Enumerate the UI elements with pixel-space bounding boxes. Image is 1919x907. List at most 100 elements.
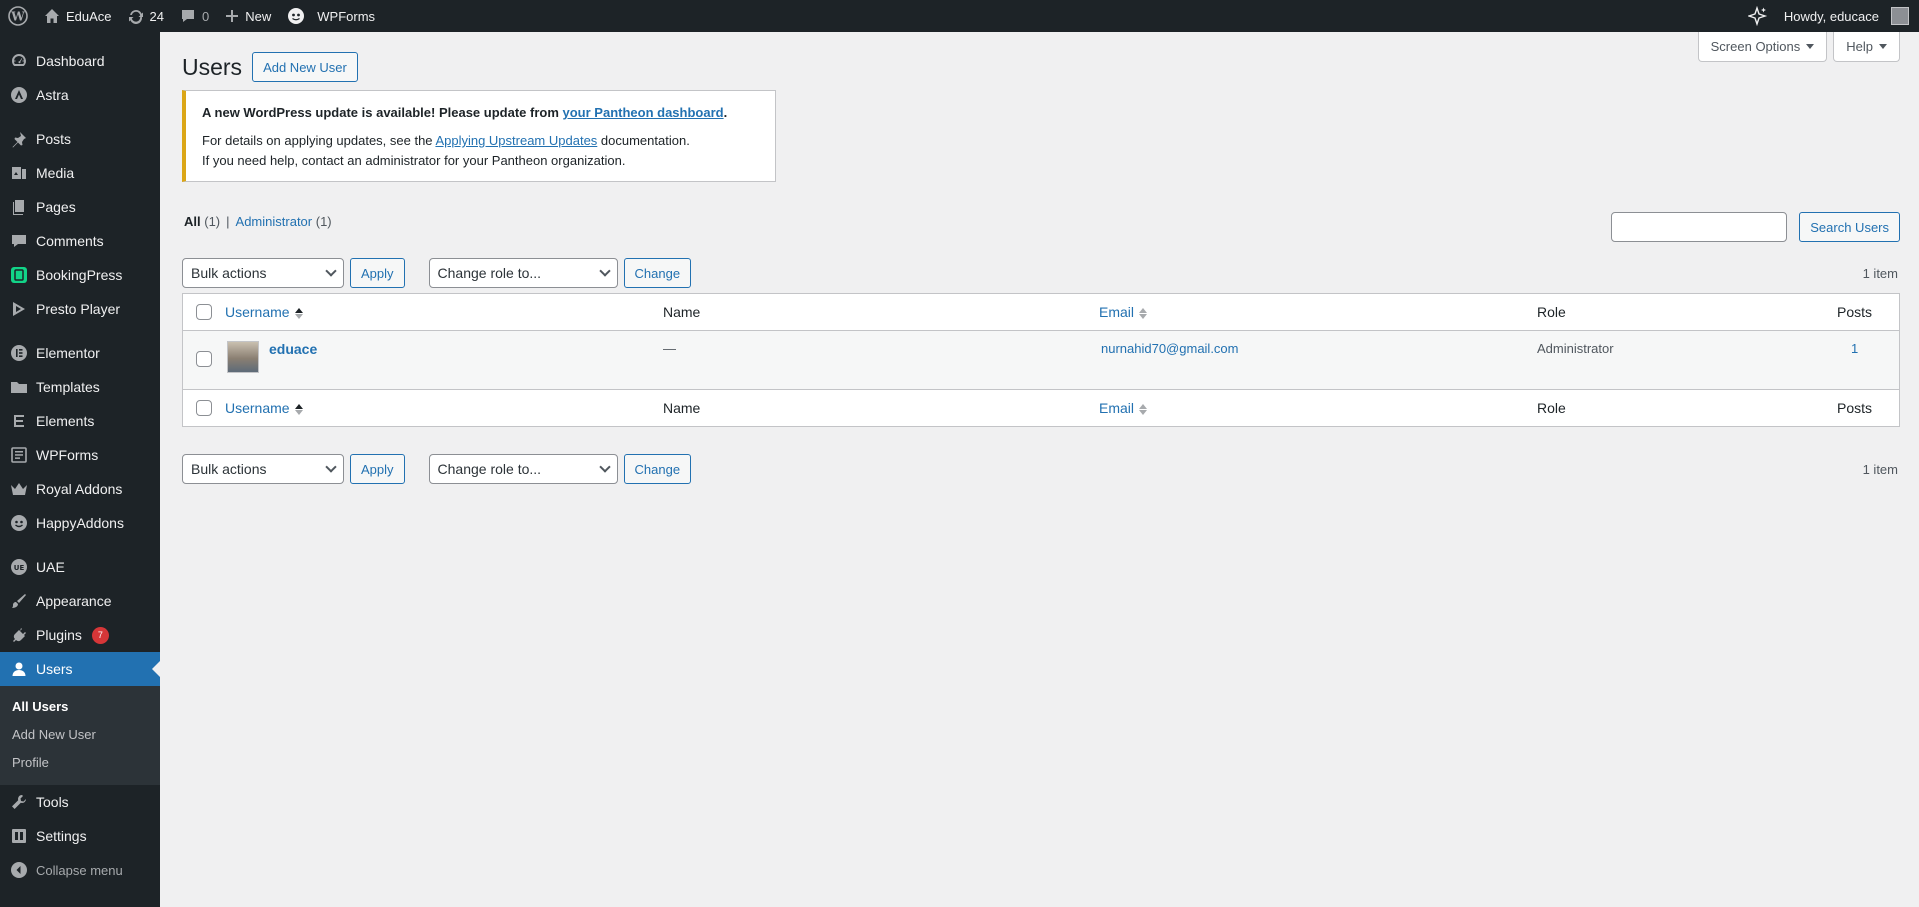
- ai-sparkle-icon[interactable]: [1740, 0, 1776, 32]
- sidebar-item-settings[interactable]: Settings: [0, 819, 160, 853]
- view-admin-count: (1): [315, 214, 332, 229]
- sidebar-item-astra[interactable]: Astra: [0, 78, 160, 112]
- sidebar-item-posts[interactable]: Posts: [0, 122, 160, 156]
- sidebar-item-wpforms[interactable]: WPForms: [0, 438, 160, 472]
- user-avatar: [1891, 7, 1909, 25]
- view-all-count: (1): [204, 214, 221, 229]
- notice-details: For details on applying updates, see the…: [202, 131, 763, 151]
- tablenav-bottom: Bulk actions Apply Change role to... Cha…: [182, 454, 1900, 484]
- comment-icon: [182, 10, 195, 22]
- comments-link[interactable]: 0: [172, 0, 217, 32]
- wordpress-logo-icon[interactable]: W: [0, 0, 36, 32]
- search-users-button[interactable]: Search Users: [1799, 212, 1900, 242]
- sidebar-item-bookingpress[interactable]: BookingPress: [0, 258, 160, 292]
- change-role-select-bottom[interactable]: Change role to...: [428, 454, 618, 484]
- sidebar-item-happyaddons[interactable]: HappyAddons: [0, 506, 160, 540]
- change-role-button[interactable]: Change: [623, 258, 692, 288]
- tablenav-top: Bulk actions Apply Change role to... Cha…: [182, 258, 1900, 288]
- sidebar-label: Elementor: [36, 345, 100, 361]
- sidebar-item-media[interactable]: Media: [0, 156, 160, 190]
- sidebar-item-templates[interactable]: Templates: [0, 370, 160, 404]
- sidebar-item-appearance[interactable]: Appearance: [0, 584, 160, 618]
- row-checkbox[interactable]: [196, 351, 212, 367]
- change-role-button-bottom[interactable]: Change: [623, 454, 692, 484]
- view-all-link[interactable]: All (1): [184, 214, 220, 229]
- pantheon-dashboard-link[interactable]: your Pantheon dashboard: [563, 105, 724, 120]
- plus-icon: [226, 10, 239, 22]
- view-all-label: All: [184, 214, 201, 229]
- home-icon: [45, 9, 59, 23]
- view-administrator-link[interactable]: Administrator (1): [236, 214, 332, 229]
- notice-text: .: [723, 105, 728, 120]
- bulk-actions-select-bottom[interactable]: Bulk actions: [182, 454, 344, 484]
- submenu-add-new-user[interactable]: Add New User: [0, 721, 160, 749]
- collapse-label: Collapse menu: [36, 862, 123, 878]
- column-username-sort-footer[interactable]: Username: [225, 400, 303, 416]
- sidebar-item-elements[interactable]: Elements: [0, 404, 160, 438]
- select-all-checkbox[interactable]: [196, 304, 212, 320]
- collapse-menu-button[interactable]: Collapse menu: [0, 853, 160, 887]
- sidebar-item-uae[interactable]: UE UAE: [0, 550, 160, 584]
- sidebar-label: Royal Addons: [36, 481, 123, 497]
- updates-count: 24: [149, 8, 165, 24]
- sidebar-item-users[interactable]: Users: [0, 652, 160, 686]
- elementor-icon: [10, 344, 28, 362]
- column-email-sort-footer[interactable]: Email: [1099, 400, 1148, 416]
- sidebar-item-pages[interactable]: Pages: [0, 190, 160, 224]
- wpforms-form-icon: [10, 446, 28, 464]
- updates-link[interactable]: 24: [120, 0, 172, 32]
- username-link[interactable]: eduace: [269, 341, 317, 357]
- search-users-input[interactable]: [1611, 212, 1788, 242]
- sidebar-item-plugins[interactable]: Plugins 7: [0, 618, 160, 652]
- apply-button-bottom[interactable]: Apply: [350, 454, 405, 484]
- sidebar-item-presto-player[interactable]: Presto Player: [0, 292, 160, 326]
- apply-button[interactable]: Apply: [350, 258, 405, 288]
- site-name-link[interactable]: EduAce: [36, 0, 120, 32]
- table-row: eduace — nurnahid70@gmail.com Administra…: [183, 331, 1899, 389]
- wpforms-label: WPForms: [317, 8, 376, 24]
- sidebar-label: Elements: [36, 413, 95, 429]
- media-icon: [10, 164, 28, 182]
- sidebar-item-dashboard[interactable]: Dashboard: [0, 44, 160, 78]
- sortable-icon: [1139, 307, 1148, 319]
- column-email-sort[interactable]: Email: [1099, 304, 1148, 320]
- account-menu[interactable]: Howdy, educace: [1776, 0, 1919, 32]
- user-email-link[interactable]: nurnahid70@gmail.com: [1101, 341, 1239, 356]
- new-content-link[interactable]: New: [217, 0, 279, 32]
- user-avatar: [227, 341, 259, 373]
- sidebar-item-elementor[interactable]: Elementor: [0, 336, 160, 370]
- sidebar-label: BookingPress: [36, 267, 123, 283]
- sidebar-item-royal-addons[interactable]: Royal Addons: [0, 472, 160, 506]
- bulk-actions-value: Bulk actions: [191, 265, 267, 281]
- column-name-label: Name: [663, 304, 701, 320]
- sidebar-item-comments[interactable]: Comments: [0, 224, 160, 258]
- happyaddons-icon: [10, 514, 28, 532]
- wpforms-link[interactable]: WPForms: [279, 0, 383, 32]
- chevron-down-icon: [325, 461, 337, 473]
- user-posts-link[interactable]: 1: [1851, 341, 1858, 356]
- bulk-actions-value: Bulk actions: [191, 461, 267, 477]
- screen-options-button[interactable]: Screen Options: [1697, 32, 1828, 62]
- notice-text: A new WordPress update is available! Ple…: [202, 105, 563, 120]
- sidebar-label: WPForms: [36, 447, 99, 463]
- bulk-actions-select[interactable]: Bulk actions: [182, 258, 344, 288]
- sidebar-item-tools[interactable]: Tools: [0, 785, 160, 819]
- sidebar-label: UAE: [36, 559, 65, 575]
- admin-bar: W EduAce 24 0 New WPForms Howdy, educace: [0, 0, 1919, 32]
- caret-down-icon: [1879, 44, 1887, 49]
- applying-upstream-updates-link[interactable]: Applying Upstream Updates: [435, 133, 597, 148]
- wpforms-icon: [288, 8, 305, 24]
- column-username-label: Username: [225, 400, 290, 416]
- submenu-all-users[interactable]: All Users: [0, 693, 160, 721]
- column-username-sort[interactable]: Username: [225, 304, 303, 320]
- presto-player-icon: [10, 300, 28, 318]
- select-all-checkbox-footer[interactable]: [196, 400, 212, 416]
- help-label: Help: [1846, 39, 1873, 54]
- bookingpress-icon: [10, 266, 28, 284]
- user-name-cell: —: [663, 341, 676, 356]
- table-footer: Username Name Email Role Posts: [183, 389, 1899, 426]
- submenu-profile[interactable]: Profile: [0, 749, 160, 777]
- change-role-select[interactable]: Change role to...: [428, 258, 618, 288]
- help-button[interactable]: Help: [1833, 32, 1900, 62]
- add-new-user-button[interactable]: Add New User: [252, 52, 358, 82]
